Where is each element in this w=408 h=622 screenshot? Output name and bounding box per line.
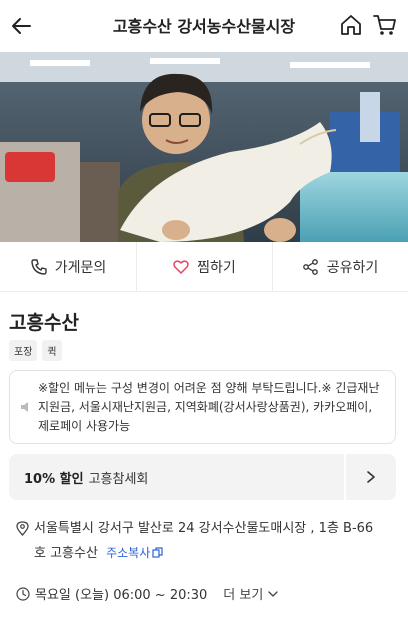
copy-icon bbox=[152, 547, 163, 558]
top-app-bar: 고흥수산 강서농수산물시장 bbox=[0, 0, 408, 52]
share-icon bbox=[302, 258, 318, 275]
store-name: 고흥수산 bbox=[9, 312, 79, 334]
location-pin-icon bbox=[16, 521, 29, 536]
hours-more-button[interactable]: 더 보기 bbox=[223, 584, 263, 603]
chevron-right-icon bbox=[367, 471, 375, 483]
favorite-label: 찜하기 bbox=[197, 259, 236, 276]
notice-text: ※할인 메뉴는 구성 변경이 어려운 점 양해 부탁드립니다.※ 긴급재난지원금… bbox=[38, 381, 380, 433]
page-title: 고흥수산 강서농수산물시장 bbox=[112, 17, 296, 36]
home-icon[interactable] bbox=[338, 12, 364, 38]
coupon-item: 고흥참세회 bbox=[88, 471, 149, 487]
coupon-arrow-button[interactable] bbox=[344, 454, 396, 500]
coupon-discount: 10% 할인 bbox=[24, 471, 84, 487]
speaker-icon bbox=[21, 402, 28, 412]
store-notice: ※할인 메뉴는 구성 변경이 어려운 점 양해 부탁드립니다.※ 긴급재난지원금… bbox=[9, 370, 396, 444]
favorite-button[interactable]: 찜하기 bbox=[136, 242, 272, 291]
store-action-bar: 가게문의 찜하기 공유하기 bbox=[0, 242, 408, 292]
share-label: 공유하기 bbox=[326, 259, 379, 276]
store-photo bbox=[0, 52, 408, 242]
store-address: 서울특별시 강서구 발산로 24 강서수산물도매시장 , 1층 B-66호 고흥… bbox=[16, 516, 376, 566]
cart-icon[interactable] bbox=[372, 12, 398, 38]
store-hours: 목요일 (오늘) 06:00 ~ 20:30 더 보기 bbox=[16, 584, 279, 603]
clock-icon bbox=[16, 586, 30, 601]
chevron-down-icon[interactable] bbox=[267, 588, 279, 600]
hours-text: 목요일 (오늘) 06:00 ~ 20:30 bbox=[35, 588, 208, 603]
heart-icon bbox=[173, 259, 189, 274]
address-text: 서울특별시 강서구 발산로 24 강서수산물도매시장 , 1층 B-66호 고흥… bbox=[34, 521, 374, 561]
discount-coupon[interactable]: 10% 할인 고흥참세회 bbox=[9, 454, 396, 500]
contact-store-button[interactable]: 가게문의 bbox=[0, 242, 136, 291]
phone-icon bbox=[31, 258, 47, 275]
back-arrow-icon[interactable] bbox=[8, 12, 36, 40]
tag-quick: 퀵 bbox=[42, 340, 62, 361]
store-tags: 포장 퀵 bbox=[9, 340, 62, 361]
share-button[interactable]: 공유하기 bbox=[272, 242, 408, 291]
contact-store-label: 가게문의 bbox=[54, 259, 107, 276]
copy-address-label: 주소복사 bbox=[106, 546, 151, 560]
tag-pickup: 포장 bbox=[9, 340, 38, 361]
coupon-text: 10% 할인 고흥참세회 bbox=[9, 454, 344, 500]
copy-address-link[interactable]: 주소복사 bbox=[106, 546, 163, 560]
